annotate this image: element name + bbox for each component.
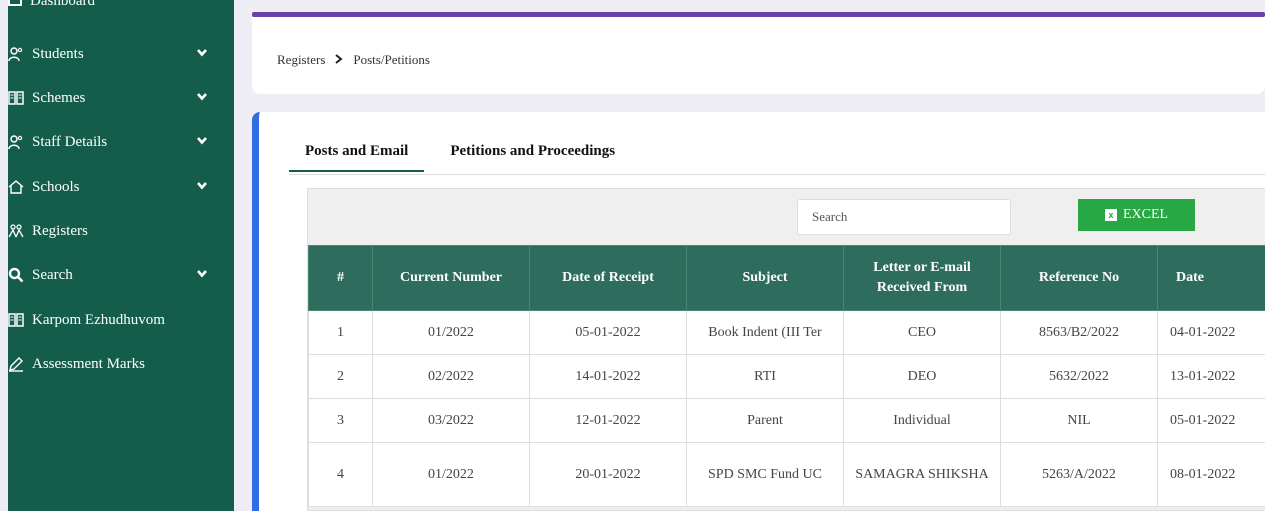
people-icon <box>8 223 24 239</box>
table-cell: SPD SMC Fund UC <box>686 442 844 507</box>
sidebar-item-karpom-ezhudhuvom[interactable]: Karpom Ezhudhuvom <box>8 300 234 340</box>
chevron-down-icon[interactable] <box>196 46 210 60</box>
table-cell: 01/2022 <box>372 442 530 507</box>
sidebar: Dashboard Students Schemes Staff Details Sc… <box>8 0 234 511</box>
table-row[interactable]: 4 01/2022 20-01-2022 SPD SMC Fund UC SAMAGRA… <box>308 442 1265 507</box>
table-panel: x EXCEL #Current NumberDate of ReceiptSu… <box>307 188 1265 511</box>
tabs-divider <box>289 174 1265 175</box>
book-icon <box>8 312 24 328</box>
table-row[interactable]: 1 01/2022 05-01-2022 Book Indent (III Ter CE… <box>308 310 1265 355</box>
pencil-icon <box>8 356 24 372</box>
table-cell: 4 <box>308 442 373 507</box>
sidebar-item-label: Assessment Marks <box>32 355 145 372</box>
sidebar-item-registers[interactable]: Registers <box>8 211 234 251</box>
home-icon <box>8 179 24 195</box>
table-cell: 13-01-2022 <box>1157 354 1265 399</box>
breadcrumb: Registers Posts/Petitions <box>277 52 430 68</box>
dashboard-icon <box>8 0 22 6</box>
table-cell: NIL <box>1000 398 1158 443</box>
table-cell: 04-01-2022 <box>1157 310 1265 355</box>
table-cell: 08-01-2022 <box>1157 442 1265 507</box>
sidebar-item-label: Schools <box>32 178 80 195</box>
table-cell: 20-01-2022 <box>529 442 687 507</box>
users-icon <box>8 134 24 150</box>
sidebar-item-label: Karpom Ezhudhuvom <box>32 311 165 328</box>
search-icon <box>8 267 24 283</box>
table-cell: 03/2022 <box>372 398 530 443</box>
tab-posts-and-email[interactable]: Posts and Email <box>289 143 425 172</box>
breadcrumb-current: Posts/Petitions <box>353 52 430 67</box>
sidebar-item-label: Dashboard <box>30 0 95 9</box>
table-cell: RTI <box>686 354 844 399</box>
sidebar-item-label: Schemes <box>32 89 86 106</box>
posts-table: # Current Number Date of Receipt Subject Let… <box>308 245 1265 507</box>
table-cell: 1 <box>308 310 373 355</box>
table-cell: 5263/A/2022 <box>1000 442 1158 507</box>
column-header[interactable]: Date of Receipt <box>529 245 687 311</box>
sidebar-item-dashboard[interactable]: Dashboard <box>8 0 95 11</box>
chevron-down-icon[interactable] <box>196 90 210 104</box>
breadcrumb-card: Registers Posts/Petitions <box>252 17 1265 94</box>
chevron-right-icon <box>335 53 343 68</box>
column-header[interactable]: # <box>308 245 373 311</box>
sidebar-item-search[interactable]: Search <box>8 255 234 295</box>
breadcrumb-parent[interactable]: Registers <box>277 52 325 68</box>
table-cell: Book Indent (III Ter <box>686 310 844 355</box>
table-cell: 14-01-2022 <box>529 354 687 399</box>
tab-petitions-and-proceedings[interactable]: Petitions and Proceedings <box>450 143 631 172</box>
table-cell: DEO <box>843 354 1001 399</box>
table-row[interactable]: 3 03/2022 12-01-2022 Parent Individual NIL 05-… <box>308 398 1265 443</box>
table-cell: 05-01-2022 <box>1157 398 1265 443</box>
table-cell: 5632/2022 <box>1000 354 1158 399</box>
excel-export-button[interactable]: x EXCEL <box>1078 199 1195 231</box>
search-input[interactable] <box>797 199 1011 235</box>
table-header-row: # Current Number Date of Receipt Subject Let… <box>308 245 1265 311</box>
chevron-down-icon[interactable] <box>196 179 210 193</box>
column-header[interactable]: Date <box>1157 245 1265 311</box>
sidebar-item-schemes[interactable]: Schemes <box>8 78 234 118</box>
excel-icon: x <box>1104 209 1117 221</box>
column-header[interactable]: Letter or E-mail Received From <box>843 245 1001 311</box>
table-cell: 12-01-2022 <box>529 398 687 443</box>
sidebar-item-assessment-marks[interactable]: Assessment Marks <box>8 344 234 384</box>
table-row[interactable]: 2 02/2022 14-01-2022 RTI DEO 5632/2022 13-01-2… <box>308 354 1265 399</box>
chevron-down-icon[interactable] <box>196 134 210 148</box>
table-cell: Individual <box>843 398 1001 443</box>
sidebar-item-students[interactable]: Students <box>8 34 234 74</box>
tab-bar: Posts and Email Petitions and Proceeding… <box>289 143 631 172</box>
book-icon <box>8 90 24 106</box>
column-header[interactable]: Subject <box>686 245 844 311</box>
column-header[interactable]: Current Number <box>372 245 530 311</box>
table-cell: 02/2022 <box>372 354 530 399</box>
table-cell: 8563/B2/2022 <box>1000 310 1158 355</box>
sidebar-item-schools[interactable]: Schools <box>8 167 234 207</box>
sidebar-item-label: Search <box>32 266 73 283</box>
table-cell: SAMAGRA SHIKSHA <box>843 442 1001 507</box>
users-icon <box>8 46 24 62</box>
chevron-down-icon[interactable] <box>196 267 210 281</box>
table-cell: 2 <box>308 354 373 399</box>
table-cell: 05-01-2022 <box>529 310 687 355</box>
excel-button-label: EXCEL <box>1122 207 1169 222</box>
table-cell: Parent <box>686 398 844 443</box>
column-header[interactable]: Reference No <box>1000 245 1158 311</box>
sidebar-item-staff-details[interactable]: Staff Details <box>8 122 234 162</box>
table-cell: CEO <box>843 310 1001 355</box>
sidebar-item-label: Staff Details <box>32 133 108 150</box>
table-cell: 3 <box>308 398 373 443</box>
sidebar-item-label: Registers <box>32 222 88 239</box>
sidebar-item-label: Students <box>32 45 84 62</box>
table-cell: 01/2022 <box>372 310 530 355</box>
main-card: Posts and Email Petitions and Proceeding… <box>252 112 1265 511</box>
